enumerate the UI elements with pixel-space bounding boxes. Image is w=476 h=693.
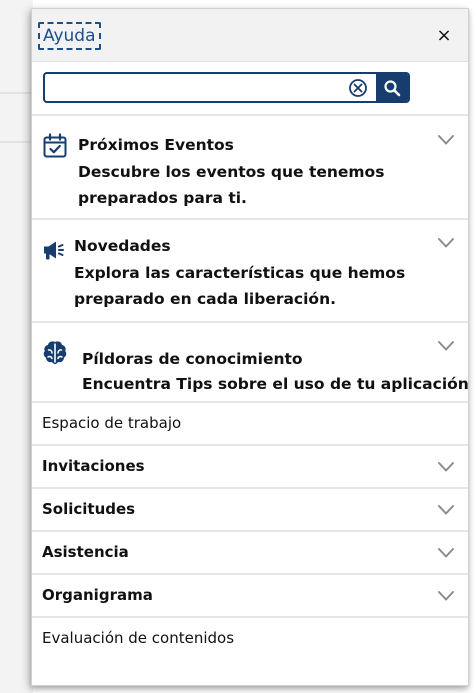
close-icon: ×: [436, 25, 452, 46]
menu-item-invitaciones[interactable]: Invitaciones: [32, 444, 468, 487]
chevron-down-icon[interactable]: [437, 590, 455, 602]
search-input[interactable]: [45, 74, 345, 101]
search-icon: [384, 79, 401, 96]
menu-item-label: Evaluación de contenidos: [42, 629, 235, 647]
featured-title: Píldoras de conocimiento: [82, 350, 303, 368]
search-box: [43, 72, 410, 103]
menu-item-solicitudes[interactable]: Solicitudes: [32, 487, 468, 530]
menu-item-label: Asistencia: [42, 543, 129, 561]
clear-icon[interactable]: [348, 78, 368, 98]
menu-item-label: Organigrama: [42, 586, 153, 604]
background-divider: [0, 92, 33, 94]
close-button[interactable]: ×: [434, 26, 454, 46]
chevron-down-icon[interactable]: [437, 461, 455, 473]
featured-item-pildoras[interactable]: Píldoras de conocimiento Encuentra Tips …: [32, 321, 468, 403]
featured-description: Encuentra Tips sobre el uso de tu aplica…: [82, 375, 469, 393]
panel-header: Ayuda ×: [32, 9, 468, 62]
brain-icon: [43, 341, 67, 364]
chevron-down-icon[interactable]: [437, 340, 455, 352]
menu-item-label: Espacio de trabajo: [42, 414, 182, 432]
chevron-down-icon[interactable]: [437, 547, 455, 559]
panel-title[interactable]: Ayuda: [38, 22, 101, 50]
featured-item-eventos[interactable]: Próximos Eventos Descubre los eventos qu…: [32, 114, 468, 218]
chevron-down-icon[interactable]: [437, 504, 455, 516]
background-divider: [0, 141, 33, 143]
featured-title: Novedades: [74, 237, 171, 255]
menu-item-organigrama[interactable]: Organigrama: [32, 573, 468, 616]
menu-item-label: Invitaciones: [42, 457, 145, 475]
search-button[interactable]: [376, 74, 408, 101]
chevron-down-icon[interactable]: [437, 237, 455, 249]
featured-description: Explora las características que hemos pr…: [74, 264, 406, 308]
menu-item-espacio-de-trabajo[interactable]: Espacio de trabajo: [32, 401, 468, 444]
menu-item-label: Solicitudes: [42, 500, 136, 518]
menu-item-evaluacion-de-contenidos[interactable]: Evaluación de contenidos: [32, 616, 468, 659]
featured-item-novedades[interactable]: Novedades Explora las características qu…: [32, 218, 468, 321]
help-panel: Ayuda × Próximos Eventos Descubre los ev…: [31, 8, 469, 686]
chevron-down-icon[interactable]: [437, 134, 455, 146]
calendar-check-icon: [43, 133, 67, 158]
background-page-edge: [0, 0, 33, 693]
menu-item-asistencia[interactable]: Asistencia: [32, 530, 468, 573]
featured-description: Descubre los eventos que tenemos prepara…: [78, 163, 385, 207]
featured-title: Próximos Eventos: [78, 136, 234, 154]
megaphone-icon: [44, 241, 64, 260]
